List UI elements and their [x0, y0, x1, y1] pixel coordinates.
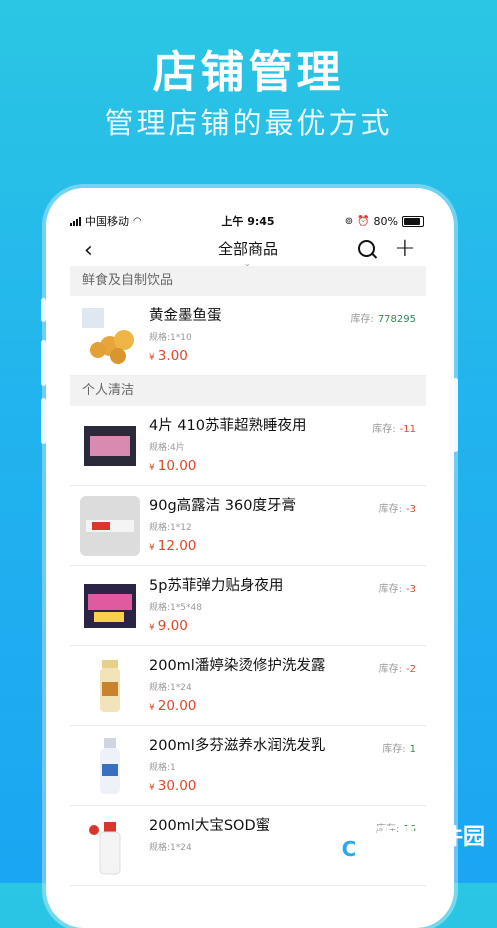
product-image — [80, 496, 140, 556]
product-stock: 库存: -3 — [378, 504, 416, 515]
product-image — [80, 656, 140, 716]
list-item[interactable]: 200ml潘婷染烫修护洗发露 规格:1*24 ¥20.00 库存: -2 — [70, 646, 426, 726]
product-name: 5p苏菲弹力贴身夜用 — [149, 578, 284, 594]
product-name: 200ml多芬滋养水润洗发乳 — [149, 738, 326, 754]
product-spec: 规格:1*12 — [149, 523, 192, 533]
product-stock: 库存: 1 — [382, 744, 416, 755]
product-name: 200ml潘婷染烫修护洗发露 — [149, 658, 326, 674]
watermark-url: CR173.COM — [374, 855, 438, 865]
product-stock: 库存: 778295 — [350, 314, 416, 325]
product-spec: 规格:1*10 — [149, 333, 192, 343]
product-spec: 规格:1*5*48 — [149, 603, 202, 613]
product-spec: 规格:1*24 — [149, 843, 192, 853]
section-header: 个人清洁 — [70, 376, 426, 406]
product-list: 鲜食及自制饮品 黄金墨鱼蛋 规格:1*10 ¥3.00 库存: 778295 个人… — [70, 266, 426, 886]
product-image — [80, 736, 140, 796]
product-stock: 库存: -3 — [378, 584, 416, 595]
battery-percent: 80% — [373, 214, 398, 228]
product-spec: 规格:4片 — [149, 443, 185, 453]
product-price: ¥30.00 — [149, 778, 197, 794]
product-price: ¥3.00 — [149, 348, 188, 364]
alarm-icon: ⏰ — [357, 215, 370, 227]
section-header: 鲜食及自制饮品 — [70, 266, 426, 296]
rotation-lock-icon: ⊚ — [344, 215, 354, 227]
product-stock: 库存: -2 — [378, 664, 416, 675]
product-image — [80, 416, 140, 476]
product-spec: 规格:1*24 — [149, 683, 192, 693]
plus-icon[interactable]: + — [394, 233, 416, 263]
hero-subtitle: 管理店铺的最优方式 — [104, 106, 393, 140]
hero-title: 店铺管理 — [152, 47, 345, 98]
app-screen: 中国移动 ◠ 上午 9:45 ⊚ ⏰ 80% ‹ 全部商品 ⌄ + 鲜食及自制饮… — [70, 210, 426, 928]
product-image — [80, 306, 140, 366]
list-item[interactable]: 黄金墨鱼蛋 规格:1*10 ¥3.00 库存: 778295 — [70, 296, 426, 376]
product-name: 4片 410苏菲超熟睡夜用 — [149, 418, 307, 434]
product-name: 90g高露洁 360度牙膏 — [149, 498, 296, 514]
battery-icon — [402, 215, 424, 227]
list-item[interactable]: 90g高露洁 360度牙膏 规格:1*12 ¥12.00 库存: -3 — [70, 486, 426, 566]
product-name: 200ml大宝SOD蜜 — [149, 818, 271, 834]
product-spec: 规格:1 — [149, 763, 176, 773]
nav-bar: ‹ 全部商品 ⌄ + — [70, 232, 426, 268]
product-price: ¥10.00 — [149, 458, 197, 474]
watermark-text: 西西软件园 — [374, 825, 485, 850]
product-price: ¥20.00 — [149, 698, 197, 714]
search-icon[interactable] — [358, 240, 375, 257]
product-image — [80, 816, 140, 876]
list-item[interactable]: 5p苏菲弹力贴身夜用 规格:1*5*48 ¥9.00 库存: -3 — [70, 566, 426, 646]
list-item[interactable]: 200ml多芬滋养水润洗发乳 规格:1 ¥30.00 库存: 1 — [70, 726, 426, 806]
product-image — [80, 576, 140, 636]
list-item[interactable]: 4片 410苏菲超熟睡夜用 规格:4片 ¥10.00 库存: -11 — [70, 406, 426, 486]
watermark-icon: C — [328, 829, 369, 869]
watermark-logo: C 西西软件园 CR173.COM — [328, 825, 485, 871]
product-name: 黄金墨鱼蛋 — [149, 308, 222, 324]
product-price: ¥9.00 — [149, 618, 188, 634]
status-bar: 中国移动 ◠ 上午 9:45 ⊚ ⏰ 80% — [70, 210, 426, 232]
phone-frame: 中国移动 ◠ 上午 9:45 ⊚ ⏰ 80% ‹ 全部商品 ⌄ + 鲜食及自制饮… — [46, 188, 454, 928]
product-price: ¥12.00 — [149, 538, 197, 554]
product-stock: 库存: -11 — [372, 424, 416, 435]
chevron-down-icon[interactable]: ⌄ — [244, 259, 251, 268]
